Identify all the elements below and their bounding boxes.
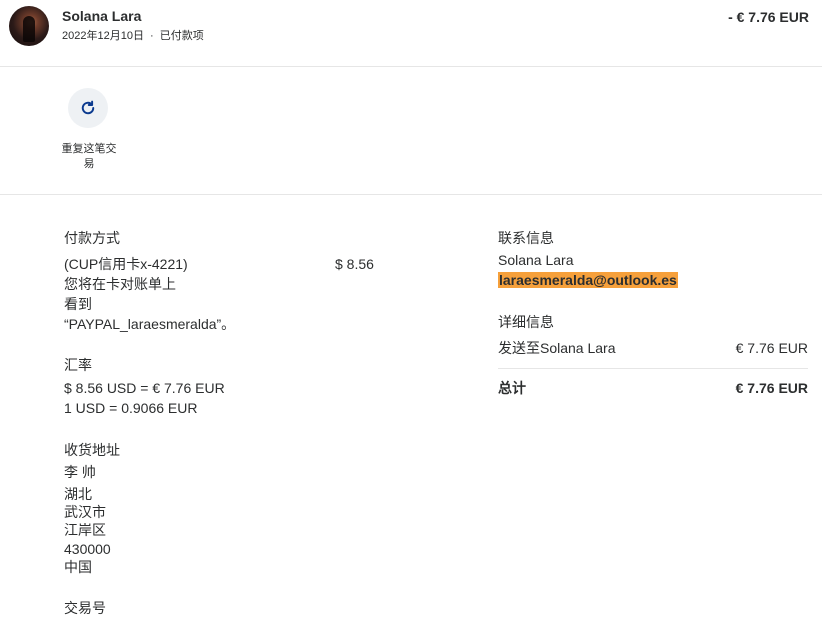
actions-divider: [0, 194, 822, 195]
statement-note-line3: “PAYPAL_laraesmeralda”。: [64, 316, 236, 332]
exchange-rate-title: 汇率: [64, 357, 92, 373]
header-divider: [0, 66, 822, 67]
shipping-postcode: 430000: [64, 541, 111, 557]
contact-name: Solana Lara: [498, 252, 574, 268]
transaction-amount: - € 7.76 EUR: [728, 9, 809, 25]
details-title: 详细信息: [498, 314, 554, 330]
refresh-icon: [81, 100, 95, 115]
sent-to-amount: € 7.76 EUR: [735, 340, 808, 356]
contact-email-text[interactable]: laraesmeralda@outlook.es: [498, 272, 678, 288]
repeat-transaction-label[interactable]: 重复这笔交易: [58, 142, 120, 172]
payment-method-amount: $ 8.56: [335, 256, 374, 272]
avatar: [9, 6, 49, 46]
transaction-meta: 2022年12月10日 · 已付款项: [62, 27, 204, 43]
shipping-district: 江岸区: [64, 522, 106, 538]
total-amount: € 7.76 EUR: [735, 380, 808, 396]
shipping-country: 中国: [64, 559, 92, 575]
payment-method-title: 付款方式: [64, 230, 120, 246]
sent-to-label: 发送至Solana Lara: [498, 340, 616, 356]
statement-note-line2: 看到: [64, 296, 92, 312]
transaction-status: 已付款项: [159, 30, 204, 42]
statement-note-line1: 您将在卡对账单上: [64, 276, 176, 292]
shipping-province: 湖北: [64, 486, 92, 502]
details-divider: [498, 368, 808, 369]
exchange-rate-line2: 1 USD = 0.9066 EUR: [64, 400, 198, 416]
transaction-date: 2022年12月10日: [62, 30, 144, 42]
shipping-address-title: 收货地址: [64, 442, 120, 458]
contact-info-title: 联系信息: [498, 230, 554, 246]
contact-email[interactable]: laraesmeralda@outlook.es: [498, 270, 678, 290]
transaction-id-title: 交易号: [64, 600, 106, 616]
total-label: 总计: [498, 380, 526, 396]
repeat-transaction-button[interactable]: [68, 88, 108, 128]
counterparty-name: Solana Lara: [62, 8, 142, 24]
exchange-rate-line1: $ 8.56 USD = € 7.76 EUR: [64, 380, 225, 396]
shipping-city: 武汉市: [64, 504, 106, 520]
payment-method-name: (CUP信用卡x-4221): [64, 256, 188, 272]
meta-separator: ·: [150, 30, 154, 42]
shipping-name: 李 帅: [64, 464, 96, 480]
